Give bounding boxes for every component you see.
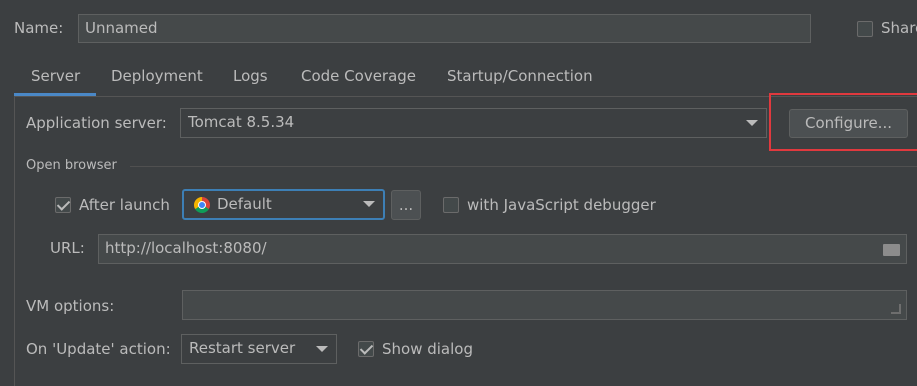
- after-launch-checkbox[interactable]: [55, 197, 71, 213]
- share-checkbox[interactable]: [857, 21, 873, 37]
- tab-logs[interactable]: Logs: [233, 67, 268, 85]
- app-server-value: Tomcat 8.5.34: [188, 113, 295, 131]
- folder-icon[interactable]: [883, 244, 900, 256]
- update-action-value: Restart server: [189, 339, 296, 357]
- browser-more-button[interactable]: ...: [391, 190, 421, 220]
- tab-server[interactable]: Server: [31, 67, 80, 85]
- update-action-select[interactable]: Restart server: [181, 334, 337, 364]
- chrome-icon: [194, 197, 210, 213]
- app-server-select[interactable]: Tomcat 8.5.34: [180, 108, 767, 138]
- app-server-label: Application server:: [26, 114, 167, 132]
- tab-startup-connection[interactable]: Startup/Connection: [447, 67, 593, 85]
- open-browser-section-label: Open browser: [26, 158, 117, 173]
- url-field[interactable]: http://localhost:8080/: [98, 234, 907, 264]
- configure-button-label: Configure...: [804, 114, 892, 132]
- show-dialog-checkbox[interactable]: [358, 341, 374, 357]
- configure-button[interactable]: Configure...: [789, 109, 908, 138]
- browser-select[interactable]: Default: [182, 189, 385, 220]
- js-debugger-label: with JavaScript debugger: [467, 196, 656, 214]
- share-checkbox-label: Share: [881, 19, 917, 37]
- after-launch-label: After launch: [79, 196, 170, 214]
- url-label: URL:: [50, 239, 85, 257]
- show-dialog-label: Show dialog: [382, 340, 473, 358]
- url-value: http://localhost:8080/: [105, 239, 267, 257]
- name-field[interactable]: Unnamed: [78, 14, 811, 43]
- expand-icon[interactable]: [891, 304, 901, 314]
- tab-code-coverage[interactable]: Code Coverage: [301, 67, 416, 85]
- section-divider: [130, 166, 917, 167]
- browser-more-label: ...: [398, 196, 414, 214]
- vm-options-field[interactable]: [182, 290, 907, 320]
- vm-options-label: VM options:: [26, 297, 115, 315]
- browser-value: Default: [217, 195, 272, 213]
- js-debugger-checkbox[interactable]: [443, 197, 459, 213]
- chevron-down-icon: [363, 201, 375, 207]
- chevron-down-icon: [746, 120, 758, 126]
- update-action-label: On 'Update' action:: [26, 340, 171, 358]
- chevron-down-icon: [316, 346, 328, 352]
- tab-deployment[interactable]: Deployment: [111, 67, 203, 85]
- name-label: Name:: [14, 19, 64, 37]
